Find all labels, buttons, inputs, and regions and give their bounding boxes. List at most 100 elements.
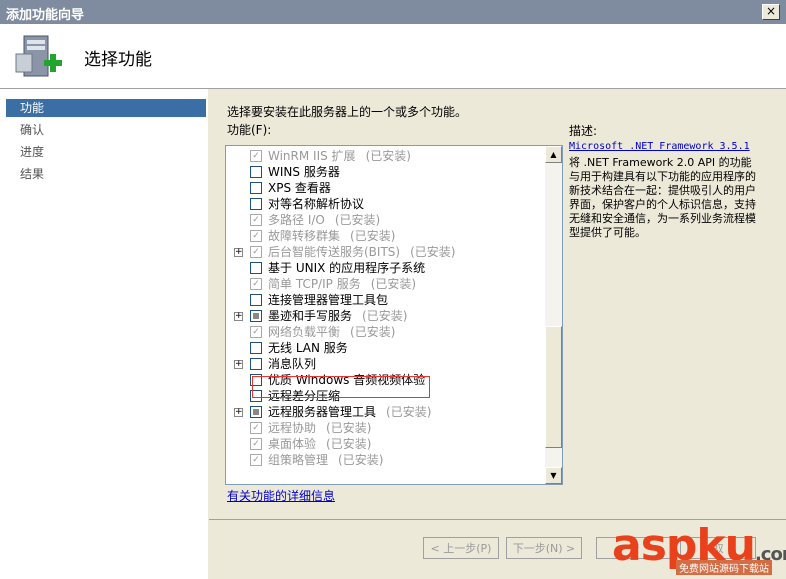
watermark-tagline: 免费网站源码下载站 — [676, 560, 772, 575]
feature-name: 远程协助 — [268, 421, 317, 435]
wizard-content: 选择要安装在此服务器上的一个或多个功能。 功能(F): ✓ WinRM IIS 扩… — [209, 89, 786, 579]
feature-row[interactable]: ✓ 多路径 I/O (已安装) — [226, 212, 544, 228]
feature-name: 多路径 I/O — [268, 213, 325, 227]
feature-checkbox: ✓ — [250, 278, 262, 290]
description-feature-link[interactable]: Microsoft .NET Framework 3.5.1 — [569, 141, 750, 152]
feature-status: (已安装) — [326, 421, 372, 435]
feature-label: 无线 LAN 服务 — [268, 340, 348, 356]
feature-row[interactable]: ✓ 故障转移群集 (已安装) — [226, 228, 544, 244]
feature-row[interactable]: + 远程服务器管理工具 (已安装) — [226, 404, 544, 420]
feature-name: 消息队列 — [268, 357, 317, 371]
feature-label: 简单 TCP/IP 服务 (已安装) — [268, 276, 416, 292]
feature-name: 墨迹和手写服务 — [268, 309, 353, 323]
feature-status: (已安装) — [370, 277, 417, 291]
scroll-up-icon[interactable]: ▲ — [545, 146, 562, 163]
feature-label: 基于 UNIX 的应用程序子系统 — [268, 260, 425, 276]
expand-icon[interactable]: + — [234, 360, 243, 369]
feature-label: XPS 查看器 — [268, 180, 331, 196]
wizard-nav: 功能 确认 进度 结果 — [0, 89, 208, 579]
highlight-box — [252, 376, 430, 398]
feature-checkbox[interactable] — [250, 262, 262, 274]
feature-name: 连接管理器管理工具包 — [268, 293, 389, 307]
feature-row[interactable]: + ✓ 后台智能传送服务(BITS) (已安装) — [226, 244, 544, 260]
feature-label: WINS 服务器 — [268, 164, 340, 180]
feature-status: (已安装) — [326, 437, 372, 451]
feature-checkbox: ✓ — [250, 454, 262, 466]
expand-icon[interactable]: + — [234, 408, 243, 417]
feature-checkbox: ✓ — [250, 326, 262, 338]
feature-checkbox: ✓ — [250, 246, 262, 258]
feature-checkbox[interactable] — [250, 198, 262, 210]
feature-name: 基于 UNIX 的应用程序子系统 — [268, 261, 426, 275]
feature-checkbox[interactable] — [250, 182, 262, 194]
server-add-icon — [15, 35, 62, 77]
description-text: 将 .NET Framework 2.0 API 的功能与用于构建具有以下功能的… — [569, 156, 756, 239]
feature-label: 远程服务器管理工具 (已安装) — [268, 404, 431, 420]
feature-status: (已安装) — [338, 453, 384, 467]
vertical-scrollbar[interactable]: ▲ ▼ — [545, 146, 562, 484]
feature-row[interactable]: 无线 LAN 服务 — [226, 340, 544, 356]
prev-button[interactable]: < 上一步(P) — [423, 537, 499, 559]
feature-label: 桌面体验 (已安装) — [268, 436, 371, 452]
feature-checkbox[interactable] — [250, 294, 262, 306]
features-label: 功能(F): — [227, 123, 272, 137]
feature-row[interactable]: 基于 UNIX 的应用程序子系统 — [226, 260, 544, 276]
feature-row[interactable]: ✓ 桌面体验 (已安装) — [226, 436, 544, 452]
feature-status: (已安装) — [334, 213, 381, 227]
feature-checkbox: ✓ — [250, 214, 262, 226]
scroll-down-icon[interactable]: ▼ — [545, 467, 562, 484]
feature-row[interactable]: ✓ 简单 TCP/IP 服务 (已安装) — [226, 276, 544, 292]
feature-checkbox[interactable] — [250, 406, 262, 418]
scroll-thumb[interactable] — [545, 326, 562, 448]
feature-name: 简单 TCP/IP 服务 — [268, 277, 361, 291]
feature-name: 网络负载平衡 — [268, 325, 341, 339]
feature-row[interactable]: XPS 查看器 — [226, 180, 544, 196]
feature-status: (已安装) — [365, 149, 411, 163]
next-button[interactable]: 下一步(N) > — [506, 537, 582, 559]
feature-status: (已安装) — [350, 229, 396, 243]
feature-label: 远程协助 (已安装) — [268, 420, 371, 436]
more-info-link[interactable]: 有关功能的详细信息 — [227, 487, 335, 504]
page-title: 选择功能 — [84, 50, 152, 70]
feature-label: 组策略管理 (已安装) — [268, 452, 383, 468]
nav-item-results[interactable]: 结果 — [6, 165, 206, 183]
feature-name: 桌面体验 — [268, 437, 317, 451]
nav-item-features[interactable]: 功能 — [6, 99, 206, 117]
feature-checkbox[interactable] — [250, 166, 262, 178]
features-tree[interactable]: ✓ WinRM IIS 扩展 (已安装) WINS 服务器 XPS 查看器 对等名称解析协… — [225, 145, 563, 485]
add-features-wizard-window: 添加功能向导 × 选择功能 功能 确认 进度 结果 选择要安装在此服务器上的一个… — [0, 0, 786, 579]
feature-row[interactable]: ✓ WinRM IIS 扩展 (已安装) — [226, 148, 544, 164]
feature-status: (已安装) — [410, 245, 456, 259]
expand-icon[interactable]: + — [234, 312, 243, 321]
feature-row[interactable]: + 墨迹和手写服务 (已安装) — [226, 308, 544, 324]
feature-name: 故障转移群集 — [268, 229, 341, 243]
description-label: 描述: — [569, 124, 598, 138]
feature-name: 对等名称解析协议 — [268, 197, 365, 211]
nav-item-progress[interactable]: 进度 — [6, 143, 206, 161]
feature-label: WinRM IIS 扩展 (已安装) — [268, 148, 411, 164]
title-bar[interactable]: 添加功能向导 × — [0, 0, 786, 24]
feature-row[interactable]: + 消息队列 — [226, 356, 544, 372]
feature-row[interactable]: 对等名称解析协议 — [226, 196, 544, 212]
feature-checkbox[interactable] — [250, 358, 262, 370]
feature-row[interactable]: 连接管理器管理工具包 — [226, 292, 544, 308]
feature-label: 墨迹和手写服务 (已安装) — [268, 308, 407, 324]
close-icon[interactable]: × — [762, 4, 780, 20]
feature-name: 远程服务器管理工具 — [268, 405, 377, 419]
feature-row[interactable]: ✓ 远程协助 (已安装) — [226, 420, 544, 436]
window-title: 添加功能向导 — [6, 8, 85, 23]
feature-status: (已安装) — [362, 309, 408, 323]
nav-item-confirm[interactable]: 确认 — [6, 121, 206, 139]
feature-row[interactable]: ✓ 组策略管理 (已安装) — [226, 452, 544, 468]
feature-name: WinRM IIS 扩展 — [268, 149, 356, 163]
feature-row[interactable]: ✓ 网络负载平衡 (已安装) — [226, 324, 544, 340]
feature-checkbox[interactable] — [250, 310, 262, 322]
feature-name: 后台智能传送服务(BITS) — [268, 245, 401, 259]
feature-row[interactable]: WINS 服务器 — [226, 164, 544, 180]
feature-checkbox: ✓ — [250, 438, 262, 450]
feature-name: WINS 服务器 — [268, 165, 340, 179]
feature-checkbox: ✓ — [250, 230, 262, 242]
expand-icon[interactable]: + — [234, 248, 243, 257]
feature-label: 多路径 I/O (已安装) — [268, 212, 380, 228]
feature-checkbox[interactable] — [250, 342, 262, 354]
